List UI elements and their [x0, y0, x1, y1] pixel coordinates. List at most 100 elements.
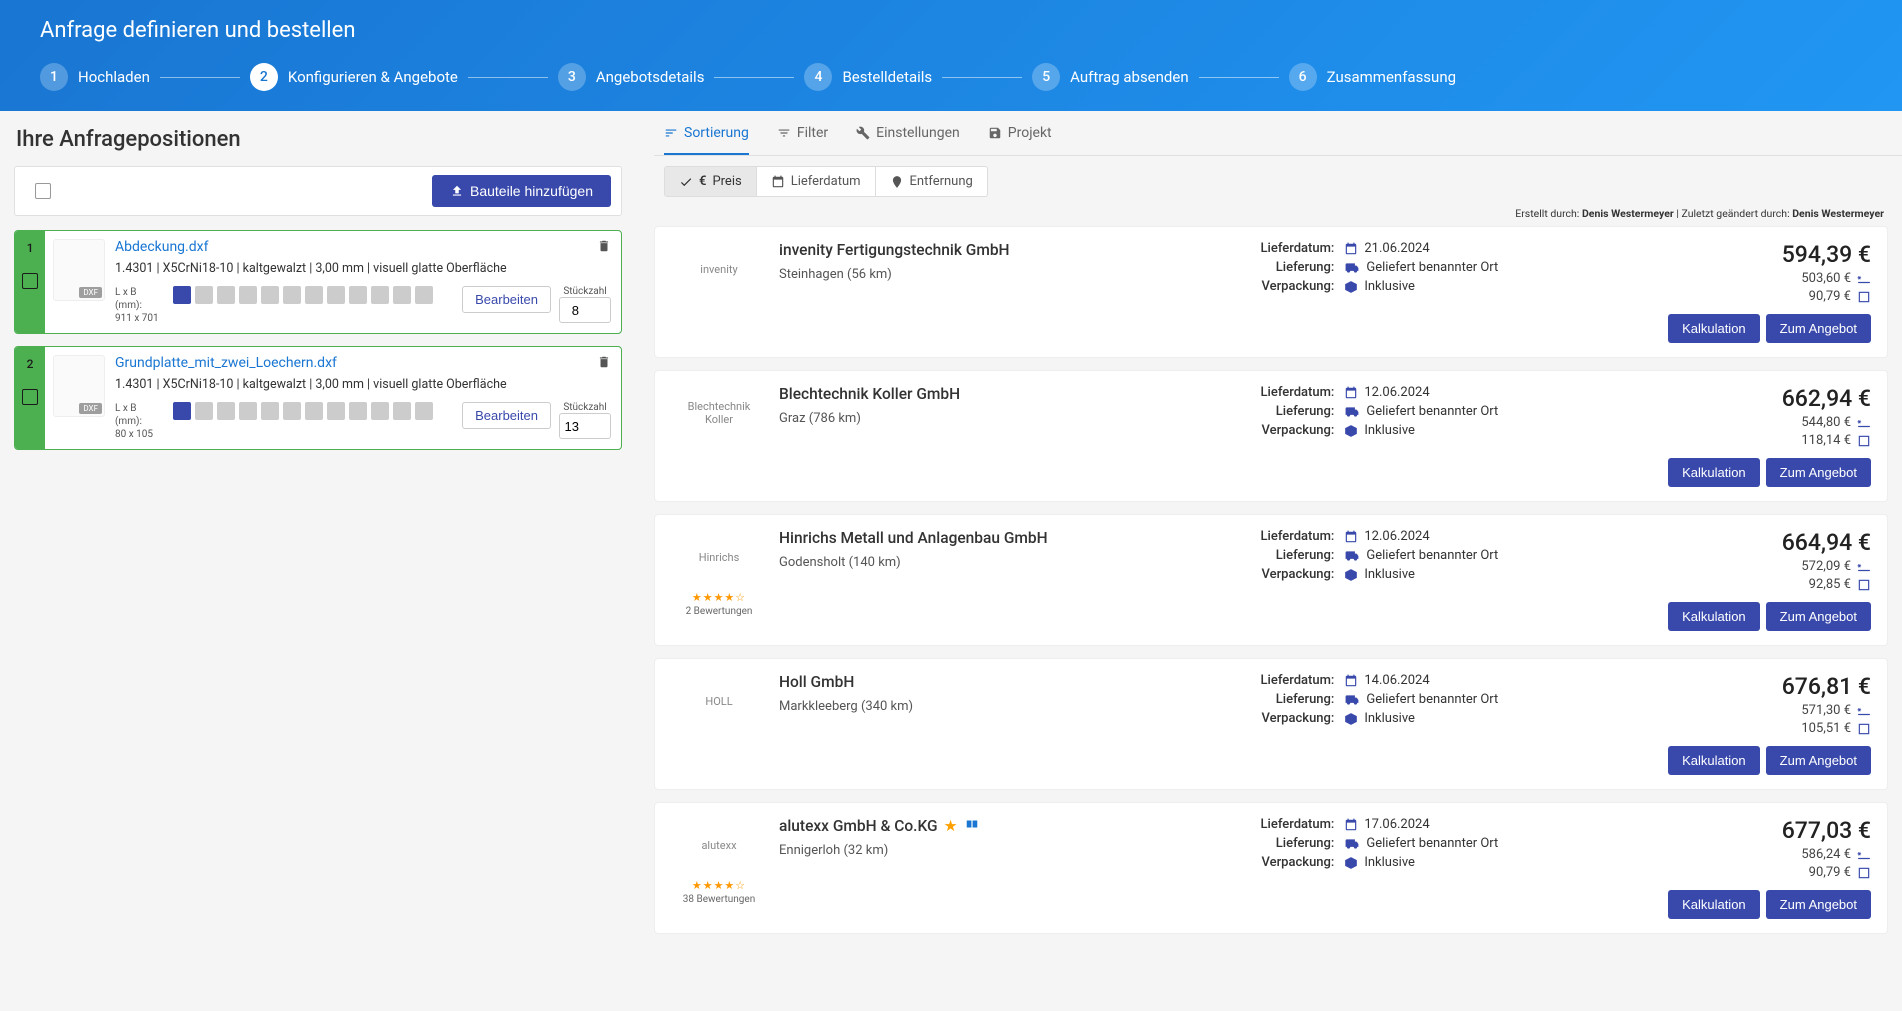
calculation-button[interactable]: Kalkulation: [1668, 890, 1760, 919]
price-shipping: 90,79 €: [1809, 289, 1851, 304]
to-offer-button[interactable]: Zum Angebot: [1766, 890, 1871, 919]
check-icon: [679, 175, 693, 189]
process-icon[interactable]: [393, 286, 411, 304]
process-icon[interactable]: [239, 286, 257, 304]
pallet-icon: [1857, 704, 1871, 718]
process-icon[interactable]: [217, 286, 235, 304]
packaging-terms: Inklusive: [1364, 711, 1415, 726]
part-card: 2 DXF Grundplatte_mit_zwei_Loechern.dxf …: [14, 346, 622, 450]
calculation-button[interactable]: Kalkulation: [1668, 746, 1760, 775]
calculation-button[interactable]: Kalkulation: [1668, 602, 1760, 631]
offer-card: invenity invenity Fertigungstechnik GmbH…: [654, 226, 1888, 358]
process-icon[interactable]: [415, 402, 433, 420]
to-offer-button[interactable]: Zum Angebot: [1766, 602, 1871, 631]
process-icon[interactable]: [349, 286, 367, 304]
offer-details: Lieferdatum:14.06.2024 Lieferung:Geliefe…: [1242, 673, 1656, 730]
supplier-location: Graz (786 km): [779, 411, 1230, 426]
tab-project[interactable]: Projekt: [988, 125, 1052, 155]
to-offer-button[interactable]: Zum Angebot: [1766, 458, 1871, 487]
process-icon[interactable]: [305, 402, 323, 420]
process-icon[interactable]: [371, 402, 389, 420]
calculation-button[interactable]: Kalkulation: [1668, 314, 1760, 343]
calendar-icon: [1344, 242, 1358, 256]
process-icon[interactable]: [371, 286, 389, 304]
upload-icon: [450, 184, 464, 198]
process-icon[interactable]: [261, 286, 279, 304]
offer-card: HOLL Holl GmbH Markkleeberg (340 km) Lie…: [654, 658, 1888, 790]
part-checkbox[interactable]: [22, 389, 38, 405]
step-configure[interactable]: 2Konfigurieren & Angebote: [250, 63, 458, 91]
step-summary[interactable]: 6Zusammenfassung: [1289, 63, 1456, 91]
process-icon[interactable]: [217, 402, 235, 420]
tab-sorting[interactable]: Sortierung: [664, 125, 749, 155]
step-offer-details[interactable]: 3Angebotsdetails: [558, 63, 705, 91]
process-icon[interactable]: [327, 402, 345, 420]
select-all-checkbox[interactable]: [35, 183, 51, 199]
offers-tabs: Sortierung Filter Einstellungen Projekt: [654, 111, 1902, 156]
price-total: 594,39 €: [1668, 241, 1871, 268]
process-icon[interactable]: [261, 402, 279, 420]
save-icon: [988, 126, 1002, 140]
edit-part-button[interactable]: Bearbeiten: [462, 286, 551, 313]
part-filename[interactable]: Abdeckung.dxf: [115, 239, 208, 255]
offer-details: Lieferdatum:17.06.2024 Lieferung:Geliefe…: [1242, 817, 1656, 874]
supplier-name[interactable]: Blechtechnik Koller GmbH: [779, 385, 1230, 403]
price-net: 544,80 €: [1801, 415, 1851, 430]
offer-details: Lieferdatum:21.06.2024 Lieferung:Geliefe…: [1242, 241, 1656, 298]
process-icon[interactable]: [415, 286, 433, 304]
meta-info: Erstellt durch: Denis Westermeyer | Zule…: [654, 203, 1902, 226]
process-icon[interactable]: [195, 402, 213, 420]
truck-icon: [1344, 837, 1360, 851]
process-icon[interactable]: [239, 402, 257, 420]
part-checkbox[interactable]: [22, 273, 38, 289]
step-send-order[interactable]: 5Auftrag absenden: [1032, 63, 1188, 91]
supplier-logo: Blechtechnik Koller: [674, 385, 764, 441]
qty-input[interactable]: [559, 297, 611, 323]
process-icon[interactable]: [283, 286, 301, 304]
step-order-details[interactable]: 4Bestelldetails: [804, 63, 932, 91]
process-icons: [173, 286, 454, 304]
sort-chip-distance[interactable]: Entfernung: [876, 167, 987, 196]
calendar-icon: [1344, 530, 1358, 544]
delete-part-icon[interactable]: [597, 239, 611, 253]
part-thumbnail[interactable]: DXF: [53, 239, 105, 301]
calculation-button[interactable]: Kalkulation: [1668, 458, 1760, 487]
qty-label: Stückzahl: [559, 286, 611, 297]
tab-settings[interactable]: Einstellungen: [856, 125, 960, 155]
process-icon[interactable]: [349, 402, 367, 420]
sort-chip-date[interactable]: Lieferdatum: [757, 167, 876, 196]
process-icon[interactable]: [173, 402, 191, 420]
file-type-badge: DXF: [79, 287, 102, 298]
offer-card: Hinrichs ★★★★☆2 Bewertungen Hinrichs Met…: [654, 514, 1888, 646]
edit-part-button[interactable]: Bearbeiten: [462, 402, 551, 429]
positions-toolbar: Bauteile hinzufügen: [14, 166, 622, 216]
delivery-date: 12.06.2024: [1364, 529, 1429, 544]
delete-part-icon[interactable]: [597, 355, 611, 369]
supplier-location: Markkleeberg (340 km): [779, 699, 1230, 714]
calendar-icon: [1344, 818, 1358, 832]
process-icon[interactable]: [393, 402, 411, 420]
sort-chip-price[interactable]: € Preis: [665, 167, 757, 196]
price-total: 664,94 €: [1668, 529, 1871, 556]
qty-input[interactable]: [559, 413, 611, 439]
part-side: 2: [15, 347, 45, 449]
file-type-badge: DXF: [79, 403, 102, 414]
to-offer-button[interactable]: Zum Angebot: [1766, 314, 1871, 343]
progress-steps: 1Hochladen 2Konfigurieren & Angebote 3An…: [40, 63, 1862, 111]
tab-filter[interactable]: Filter: [777, 125, 828, 155]
process-icon[interactable]: [283, 402, 301, 420]
part-thumbnail[interactable]: DXF: [53, 355, 105, 417]
to-offer-button[interactable]: Zum Angebot: [1766, 746, 1871, 775]
part-filename[interactable]: Grundplatte_mit_zwei_Loechern.dxf: [115, 355, 337, 371]
supplier-name[interactable]: Holl GmbH: [779, 673, 1230, 691]
step-upload[interactable]: 1Hochladen: [40, 63, 150, 91]
supplier-name[interactable]: alutexx GmbH & Co.KG ★: [779, 817, 1230, 835]
process-icon[interactable]: [195, 286, 213, 304]
supplier-name[interactable]: Hinrichs Metall und Anlagenbau GmbH: [779, 529, 1230, 547]
process-icon[interactable]: [305, 286, 323, 304]
supplier-name[interactable]: invenity Fertigungstechnik GmbH: [779, 241, 1230, 259]
add-parts-button[interactable]: Bauteile hinzufügen: [432, 175, 611, 207]
process-icon[interactable]: [173, 286, 191, 304]
process-icon[interactable]: [327, 286, 345, 304]
calendar-icon: [1344, 674, 1358, 688]
